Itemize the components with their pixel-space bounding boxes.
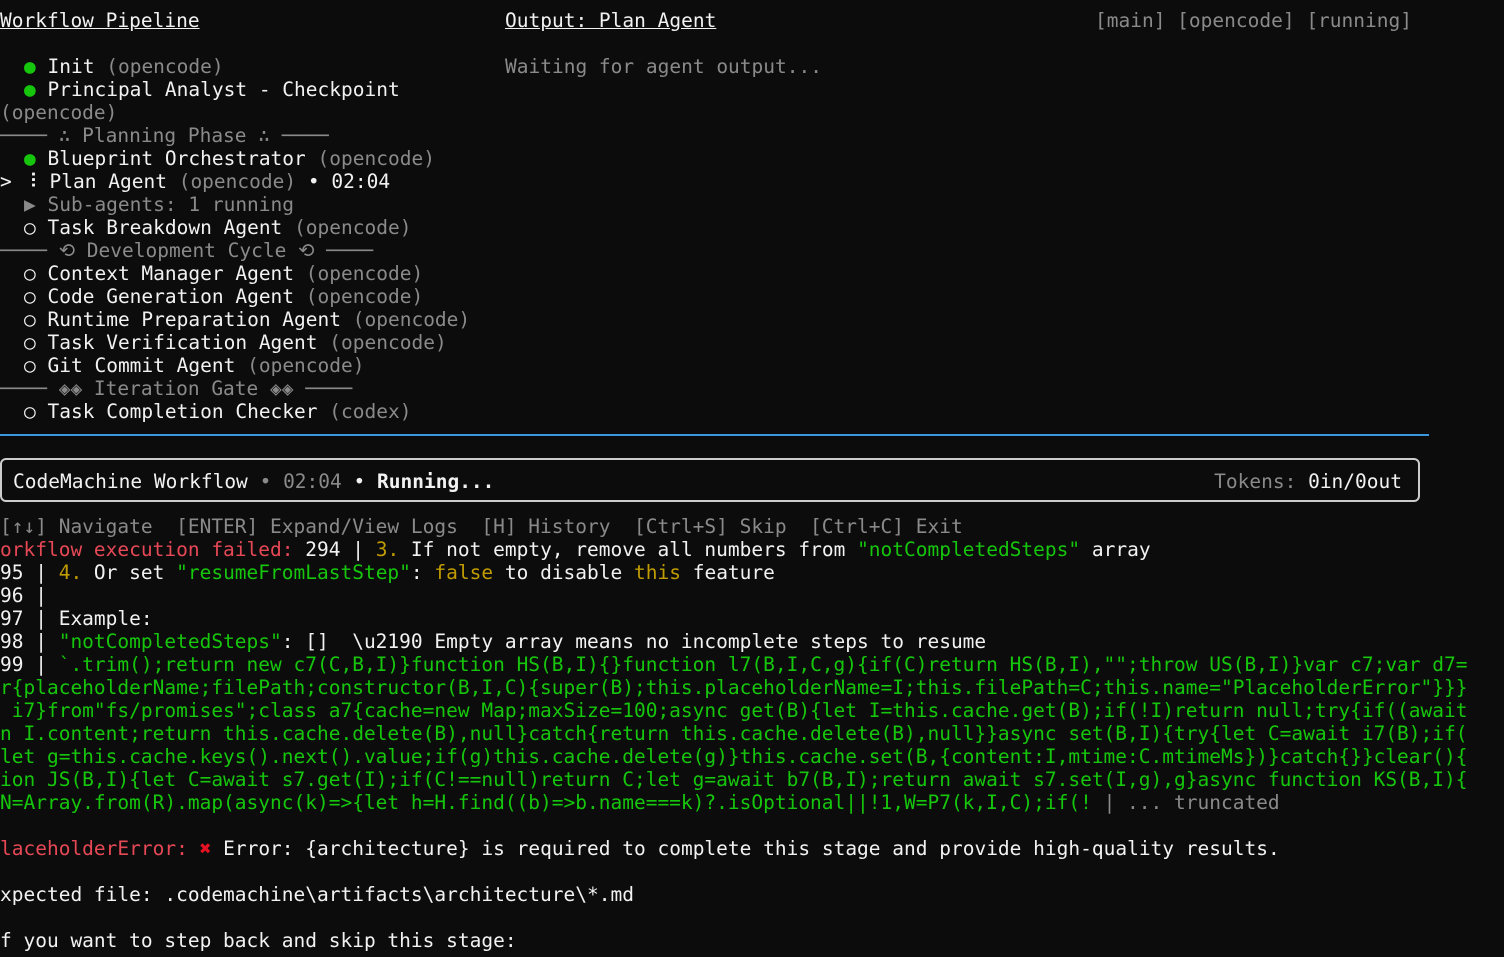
- step-name: Plan Agent: [49, 170, 167, 193]
- separator-dot: •: [353, 470, 366, 493]
- status-pending-icon: ○: [24, 285, 36, 308]
- log-line-error: laceholderError: ✖ Error: {architecture}…: [0, 837, 1280, 860]
- log-line: 95 | 4. Or set "resumeFromLastStep": fal…: [0, 561, 775, 584]
- step-init[interactable]: ● Init (opencode): [24, 55, 224, 78]
- step-task-breakdown[interactable]: ○ Task Breakdown Agent (opencode): [24, 216, 411, 239]
- step-engine: (opencode): [106, 55, 224, 78]
- step-name: Context Manager Agent: [47, 262, 295, 285]
- selection-cursor-icon: >: [0, 170, 12, 193]
- status-pending-icon: ○: [24, 262, 36, 285]
- step-name: Task Verification Agent: [47, 331, 318, 354]
- step-engine: (opencode): [305, 285, 424, 308]
- error-x-icon: ✖: [199, 837, 212, 860]
- run-state: Running...: [377, 470, 495, 493]
- step-principal-analyst[interactable]: ● Principal Analyst - Checkpoint: [24, 78, 400, 101]
- status-pending-icon: ○: [24, 354, 36, 377]
- separator-planning-phase: ──── ∴ Planning Phase ∴ ────: [0, 124, 329, 147]
- step-blueprint-orchestrator[interactable]: ● Blueprint Orchestrator (opencode): [24, 147, 435, 170]
- step-code-generation[interactable]: ○ Code Generation Agent (opencode): [24, 285, 423, 308]
- step-plan-agent[interactable]: > ⠸ Plan Agent (opencode) • 02:04: [0, 170, 390, 193]
- step-engine: (opencode): [0, 101, 118, 124]
- step-engine: (opencode): [317, 147, 435, 170]
- subagents-toggle[interactable]: ▶ Sub-agents: 1 running: [24, 193, 294, 216]
- step-name: Task Completion Checker: [47, 400, 318, 423]
- step-name: Git Commit Agent: [47, 354, 236, 377]
- log-line: let g=this.cache.keys().next().value;if(…: [0, 745, 1468, 768]
- step-git-commit[interactable]: ○ Git Commit Agent (opencode): [24, 354, 365, 377]
- log-line: 97 | Example:: [0, 607, 153, 630]
- tokens-label: Tokens:: [1214, 470, 1297, 493]
- log-line: xpected file: .codemachine\artifacts\arc…: [0, 883, 634, 906]
- output-title: Output: Plan Agent: [505, 9, 717, 32]
- step-engine: (opencode): [329, 331, 447, 354]
- tokens-value: 0in/0out: [1308, 470, 1402, 493]
- log-line: N=Array.from(R).map(async(k)=>{let h=H.f…: [0, 791, 1280, 814]
- step-engine: (opencode): [247, 354, 365, 377]
- step-name: Init: [47, 55, 95, 78]
- log-line: orkflow execution failed: 294 | 3. If no…: [0, 538, 1151, 561]
- pane-divider: [0, 434, 1429, 436]
- log-line: i7}from"fs/promises";class a7{cache=new …: [0, 699, 1468, 722]
- step-engine: (opencode): [294, 216, 412, 239]
- log-line: 96 |: [0, 584, 47, 607]
- status-complete-icon: ●: [24, 147, 36, 170]
- status-complete-icon: ●: [24, 78, 36, 101]
- step-engine: (codex): [329, 400, 412, 423]
- status-tags: [main] [opencode] [running]: [1095, 9, 1412, 32]
- step-name: Blueprint Orchestrator: [47, 147, 306, 170]
- step-engine: (opencode): [305, 262, 424, 285]
- step-task-completion[interactable]: ○ Task Completion Checker (codex): [24, 400, 411, 423]
- log-line: 98 | "notCompletedSteps": [] \u2190 Empt…: [0, 630, 987, 653]
- log-line: 99 | `.trim();return new c7(C,B,I)}funct…: [0, 653, 1468, 676]
- separator-iteration-gate: ──── ◈◈ Iteration Gate ◈◈ ────: [0, 377, 353, 400]
- pipeline-title: Workflow Pipeline: [0, 9, 200, 32]
- separator-dot: •: [307, 170, 320, 193]
- log-line: f you want to step back and skip this st…: [0, 929, 517, 952]
- step-elapsed-time: 02:04: [331, 170, 391, 193]
- step-engine: (opencode): [352, 308, 471, 331]
- step-runtime-preparation[interactable]: ○ Runtime Preparation Agent (opencode): [24, 308, 470, 331]
- workflow-title: CodeMachine Workflow: [13, 470, 248, 493]
- status-pending-icon: ○: [24, 331, 36, 354]
- step-engine: (opencode): [178, 170, 297, 193]
- step-context-manager[interactable]: ○ Context Manager Agent (opencode): [24, 262, 423, 285]
- step-name: Principal Analyst - Checkpoint: [47, 78, 400, 101]
- step-task-verification[interactable]: ○ Task Verification Agent (opencode): [24, 331, 447, 354]
- separator-dot: •: [259, 470, 272, 493]
- status-pending-icon: ○: [24, 400, 36, 423]
- log-line: ion JS(B,I){let C=await s7.get(I);if(C!=…: [0, 768, 1468, 791]
- step-name: Task Breakdown Agent: [47, 216, 283, 239]
- output-waiting-text: Waiting for agent output...: [505, 55, 822, 78]
- keyboard-hints: [↑↓] Navigate [ENTER] Expand/View Logs […: [0, 515, 963, 538]
- step-name: Code Generation Agent: [47, 285, 295, 308]
- step-name: Runtime Preparation Agent: [47, 308, 342, 331]
- elapsed-time: 02:04: [283, 470, 342, 493]
- log-line: n I.content;return this.cache.delete(B),…: [0, 722, 1468, 745]
- status-pending-icon: ○: [24, 216, 36, 239]
- spinner-icon: ⠸: [23, 170, 38, 193]
- status-pending-icon: ○: [24, 308, 36, 331]
- separator-development-cycle: ──── ⟲ Development Cycle ⟲ ────: [0, 239, 374, 262]
- log-line: r{placeholderName;filePath;constructor(B…: [0, 676, 1468, 699]
- status-bar: CodeMachine Workflow • 02:04 • Running..…: [0, 458, 1420, 502]
- status-complete-icon: ●: [24, 55, 36, 78]
